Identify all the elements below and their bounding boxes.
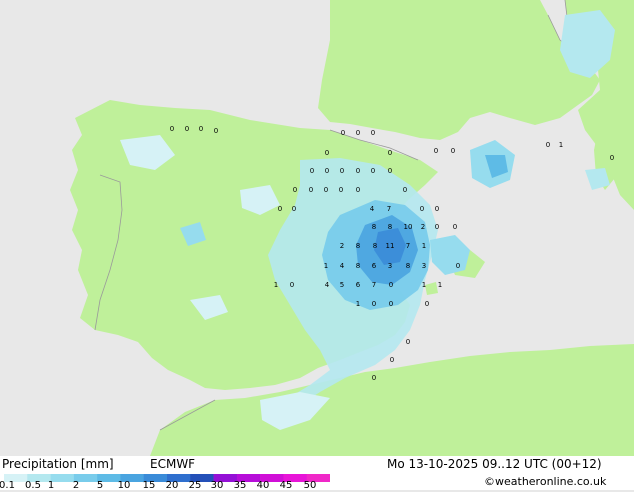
- precip-value-label: 0: [341, 129, 345, 137]
- precip-value-label: 0: [406, 338, 410, 346]
- precip-value-label: 0: [372, 300, 376, 308]
- colorbar-ticks: 0.1 0.5 1 2 5 10 15 20 25 30 35 40 45 50: [0, 480, 330, 492]
- precip-value-label: 0: [372, 374, 376, 382]
- precip-value-label: 0: [435, 205, 439, 213]
- precip-value-label: 7: [406, 242, 410, 250]
- precip-value-label: 0: [356, 167, 360, 175]
- precip-value-label: 0: [340, 167, 344, 175]
- precip-value-label: 4: [325, 281, 330, 289]
- precip-value-label: 1: [438, 281, 442, 289]
- precip-value-label: 0: [388, 167, 392, 175]
- precip-value-label: 8: [356, 262, 360, 270]
- colorbar-tick-label: 2: [72, 480, 80, 491]
- precip-value-label: 8: [388, 223, 392, 231]
- precip-value-label: 0: [425, 300, 429, 308]
- precip-value-label: 4: [340, 262, 345, 270]
- precip-value-label: 7: [372, 281, 376, 289]
- precip-value-label: 0: [434, 147, 438, 155]
- precip-value-label: 0: [292, 205, 296, 213]
- precip-value-label: 0: [290, 281, 294, 289]
- precip-value-label: 0: [389, 300, 393, 308]
- precip-value-label: 8: [356, 242, 360, 250]
- precip-value-label: 11: [386, 242, 395, 250]
- precip-value-label: 0: [420, 205, 424, 213]
- credit-link[interactable]: ©weatheronline.co.uk: [484, 475, 606, 488]
- precip-value-label: 0: [389, 281, 393, 289]
- colorbar-tick-label: 10: [117, 480, 131, 491]
- precip-value-label: 4: [370, 205, 375, 213]
- precip-value-label: 0: [278, 205, 282, 213]
- colorbar-tick-label: 0.1: [0, 480, 15, 491]
- precip-value-label: 0: [451, 147, 455, 155]
- precip-value-label: 1: [422, 242, 426, 250]
- precip-value-label: 1: [559, 141, 563, 149]
- precip-value-label: 0: [293, 186, 297, 194]
- precip-value-label: 0: [371, 129, 375, 137]
- precip-value-label: 2: [340, 242, 344, 250]
- precip-value-label: 3: [388, 262, 392, 270]
- precip-value-label: 0: [390, 356, 394, 364]
- precip-value-label: 0: [388, 149, 392, 157]
- precip-value-label: 1: [422, 281, 426, 289]
- precip-value-label: 0: [356, 129, 360, 137]
- precip-value-label: 0: [403, 186, 407, 194]
- precip-value-label: 10: [404, 223, 413, 231]
- colorbar-tick-label: 35: [233, 480, 247, 491]
- precip-value-label: 0: [185, 125, 189, 133]
- precip-value-label: 6: [372, 262, 377, 270]
- precip-value-label: 0: [199, 125, 203, 133]
- colorbar-tick-label: 1: [47, 480, 55, 491]
- precip-value-label: 0: [610, 154, 614, 162]
- precip-value-label: 3: [422, 262, 426, 270]
- precip-value-label: 0: [546, 141, 550, 149]
- valid-time: Mo 13-10-2025 09..12 UTC (00+12): [387, 457, 602, 471]
- precip-value-label: 6: [356, 281, 361, 289]
- colorbar-tick-label: 40: [256, 480, 270, 491]
- colorbar-tick-label: 20: [165, 480, 179, 491]
- precip-value-label: 2: [421, 223, 425, 231]
- colorbar-tick-label: 30: [210, 480, 224, 491]
- colorbar-tick-label: 50: [303, 480, 317, 491]
- precip-value-label: 0: [325, 167, 329, 175]
- legend-title: Precipitation [mm]: [2, 457, 114, 471]
- precip-value-label: 0: [214, 127, 218, 135]
- precip-value-label: 0: [309, 186, 313, 194]
- colorbar-tick-label: 5: [96, 480, 104, 491]
- model-name: ECMWF: [150, 457, 196, 471]
- precipitation-map: 0 0 0 0 0 0 00 0 0 00 100 0 0 0 0 00 0 0 0 0 00 0 4 7 0 08 8 10 2 0 02…: [0, 0, 634, 456]
- precip-value-label: 0: [170, 125, 174, 133]
- precip-value-label: 0: [339, 186, 343, 194]
- precip-value-label: 0: [371, 167, 375, 175]
- colorbar-tick-label: 25: [188, 480, 202, 491]
- precip-value-label: 8: [406, 262, 410, 270]
- precip-value-label: 0: [310, 167, 314, 175]
- colorbar-tick-label: 45: [279, 480, 293, 491]
- precip-value-label: 0: [356, 186, 360, 194]
- precip-value-label: 0: [325, 149, 329, 157]
- precip-value-label: 8: [372, 223, 376, 231]
- precip-value-label: 1: [274, 281, 278, 289]
- legend-footer: 0.1 0.5 1 2 5 10 15 20 25 30 35 40 45 50 Precipitatio…: [0, 456, 634, 492]
- precip-value-label: 1: [356, 300, 360, 308]
- precip-value-label: 0: [453, 223, 457, 231]
- precip-value-label: 0: [324, 186, 328, 194]
- precip-value-label: 7: [387, 205, 391, 213]
- colorbar-tick-label: 0.5: [25, 480, 41, 491]
- precip-value-label: 5: [340, 281, 344, 289]
- precip-value-label: 0: [456, 262, 460, 270]
- precip-value-label: 1: [324, 262, 328, 270]
- colorbar-tick-label: 15: [142, 480, 156, 491]
- precip-value-label: 8: [373, 242, 377, 250]
- precip-value-label: 0: [435, 223, 439, 231]
